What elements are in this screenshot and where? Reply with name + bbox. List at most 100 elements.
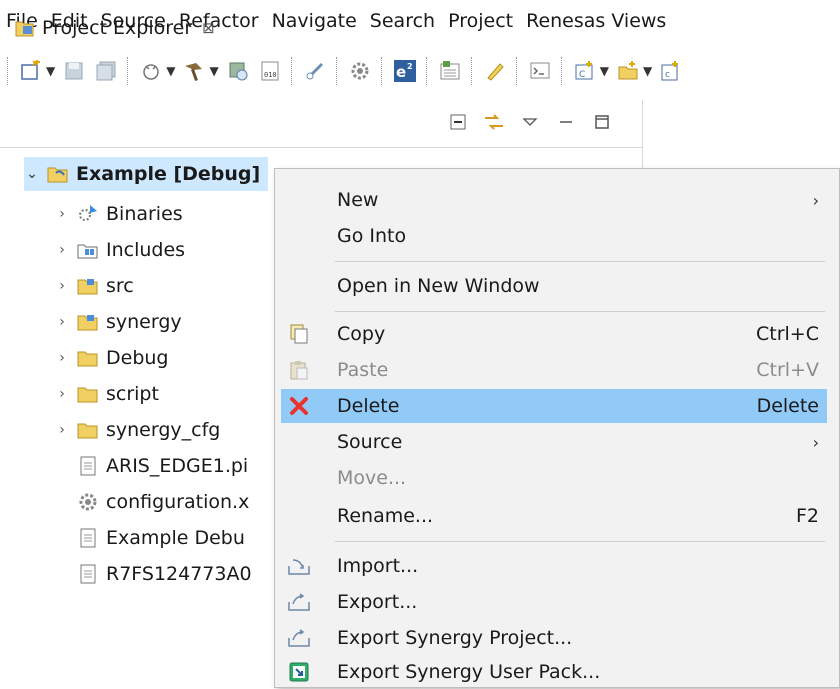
tree-item-r7fs124773a0[interactable]: R7FS124773A0	[70, 557, 252, 591]
menu-item-open-in-new-window[interactable]: Open in New Window	[281, 269, 827, 303]
toolbar-separator	[470, 57, 474, 85]
tree-item-aris-edge1[interactable]: ARIS_EDGE1.pi	[70, 449, 248, 483]
chevron-right-icon[interactable]: ›	[54, 314, 70, 330]
menu-separator	[335, 311, 825, 312]
new-project-dropdown-icon[interactable]: ▼	[600, 64, 609, 78]
menu-item-paste[interactable]: Paste Ctrl+V	[281, 353, 827, 387]
chevron-right-icon[interactable]: ›	[54, 242, 70, 258]
maximize-icon[interactable]	[590, 110, 614, 134]
menu-renesas-views[interactable]: Renesas Views	[526, 10, 666, 32]
console-icon[interactable]	[527, 58, 553, 84]
new-folder-icon[interactable]	[615, 58, 641, 84]
menu-item-rename[interactable]: Rename... F2	[281, 499, 827, 533]
menu-item-go-into[interactable]: Go Into	[281, 219, 827, 253]
tree-item-debug[interactable]: › Debug	[54, 341, 168, 375]
tree-item-label: Example [Debug]	[76, 163, 261, 185]
menu-project[interactable]: Project	[448, 10, 513, 32]
chevron-right-icon[interactable]: ›	[54, 206, 70, 222]
svg-text:c: c	[665, 70, 670, 80]
tree-item-label: script	[106, 383, 159, 405]
paste-icon	[281, 357, 317, 383]
save-all-icon[interactable]	[93, 58, 119, 84]
project-explorer-tab[interactable]: Project Explorer ⊠	[0, 8, 390, 48]
folder-icon	[76, 419, 100, 441]
memory-icon[interactable]	[437, 58, 463, 84]
link-with-editor-icon[interactable]	[482, 110, 506, 134]
probe-icon[interactable]	[302, 58, 328, 84]
submenu-arrow-icon: ›	[812, 190, 819, 210]
tree-item-example-debug[interactable]: Example Debu	[70, 521, 245, 555]
e2-icon[interactable]: e2	[392, 58, 418, 84]
export-pack-icon	[281, 659, 317, 685]
tree-item-src[interactable]: › src	[54, 269, 134, 303]
close-tab-icon[interactable]: ⊠	[202, 19, 215, 37]
includes-icon	[76, 239, 100, 261]
minimize-icon[interactable]	[554, 110, 578, 134]
menu-item-move[interactable]: Move...	[281, 461, 827, 495]
tree-item-script[interactable]: › script	[54, 377, 159, 411]
menu-icon-slot	[281, 223, 317, 249]
save-icon[interactable]	[61, 58, 87, 84]
collapse-all-icon[interactable]	[446, 110, 470, 134]
source-folder-icon	[76, 275, 100, 297]
svg-text:2: 2	[407, 62, 413, 71]
tree-item-synergy[interactable]: › synergy	[54, 305, 181, 339]
toolbar-separator	[7, 57, 10, 85]
debug-dropdown-icon[interactable]: ▼	[166, 64, 175, 78]
menu-icon-slot	[281, 503, 317, 529]
main-toolbar: ▼ ▼ ▼ 010 e2 C ▼ ▼ c	[0, 42, 840, 100]
tree-item-binaries[interactable]: › Binaries	[54, 197, 183, 231]
chevron-right-icon[interactable]: ›	[54, 350, 70, 366]
chevron-right-icon[interactable]: ›	[54, 278, 70, 294]
settings-icon[interactable]	[347, 58, 373, 84]
tree-item-label: src	[106, 275, 134, 297]
copy-icon	[281, 321, 317, 347]
menu-item-copy[interactable]: Copy Ctrl+C	[281, 317, 827, 351]
toolbar-separator	[290, 57, 294, 85]
view-toolbar	[440, 110, 620, 134]
menu-separator	[335, 261, 825, 262]
menu-item-export-synergy-project[interactable]: Export Synergy Project...	[281, 621, 827, 655]
chevron-right-icon[interactable]: ›	[54, 422, 70, 438]
menu-separator	[335, 541, 825, 542]
view-menu-icon[interactable]	[518, 110, 542, 134]
target-icon[interactable]	[225, 58, 251, 84]
toolbar-separator	[127, 57, 130, 85]
tree-item-label: configuration.x	[106, 491, 250, 513]
toolbar-separator	[560, 57, 564, 85]
import-icon	[281, 553, 317, 579]
menu-item-export-synergy-user-pack[interactable]: Export Synergy User Pack...	[281, 655, 827, 689]
project-icon	[46, 163, 70, 185]
new-folder-dropdown-icon[interactable]: ▼	[643, 64, 652, 78]
submenu-arrow-icon: ›	[812, 432, 819, 452]
binary-icon[interactable]: 010	[257, 58, 283, 84]
debug-icon[interactable]	[138, 58, 164, 84]
tree-item-includes[interactable]: › Includes	[54, 233, 185, 267]
source-folder-icon	[76, 311, 100, 333]
chevron-right-icon[interactable]: ›	[54, 386, 70, 402]
chevron-down-icon[interactable]: ⌄	[24, 166, 40, 182]
menu-item-source[interactable]: Source ›	[281, 425, 827, 459]
file-icon	[76, 527, 100, 549]
build-icon[interactable]	[181, 58, 207, 84]
toolbar-separator	[515, 57, 519, 85]
new-c-icon[interactable]: c	[658, 58, 684, 84]
tree-item-synergy-cfg[interactable]: › synergy_cfg	[54, 413, 220, 447]
edit-icon[interactable]	[482, 58, 508, 84]
tree-item-label: Example Debu	[106, 527, 245, 549]
new-icon[interactable]	[18, 58, 44, 84]
menu-item-delete[interactable]: Delete Delete	[281, 389, 827, 423]
tree-item-configuration[interactable]: configuration.x	[70, 485, 249, 519]
delete-icon	[281, 393, 317, 419]
gear-icon	[76, 491, 100, 513]
menu-item-new[interactable]: New ›	[281, 183, 827, 217]
menu-item-export[interactable]: Export...	[281, 585, 827, 619]
tree-item-label: Binaries	[106, 203, 183, 225]
svg-text:e: e	[396, 63, 406, 81]
new-dropdown-icon[interactable]: ▼	[46, 64, 55, 78]
tree-item-example-project[interactable]: ⌄ Example [Debug]	[24, 157, 269, 191]
new-project-icon[interactable]: C	[572, 58, 598, 84]
build-dropdown-icon[interactable]: ▼	[209, 64, 218, 78]
menu-icon-slot	[281, 187, 317, 213]
menu-item-import[interactable]: Import...	[281, 549, 827, 583]
